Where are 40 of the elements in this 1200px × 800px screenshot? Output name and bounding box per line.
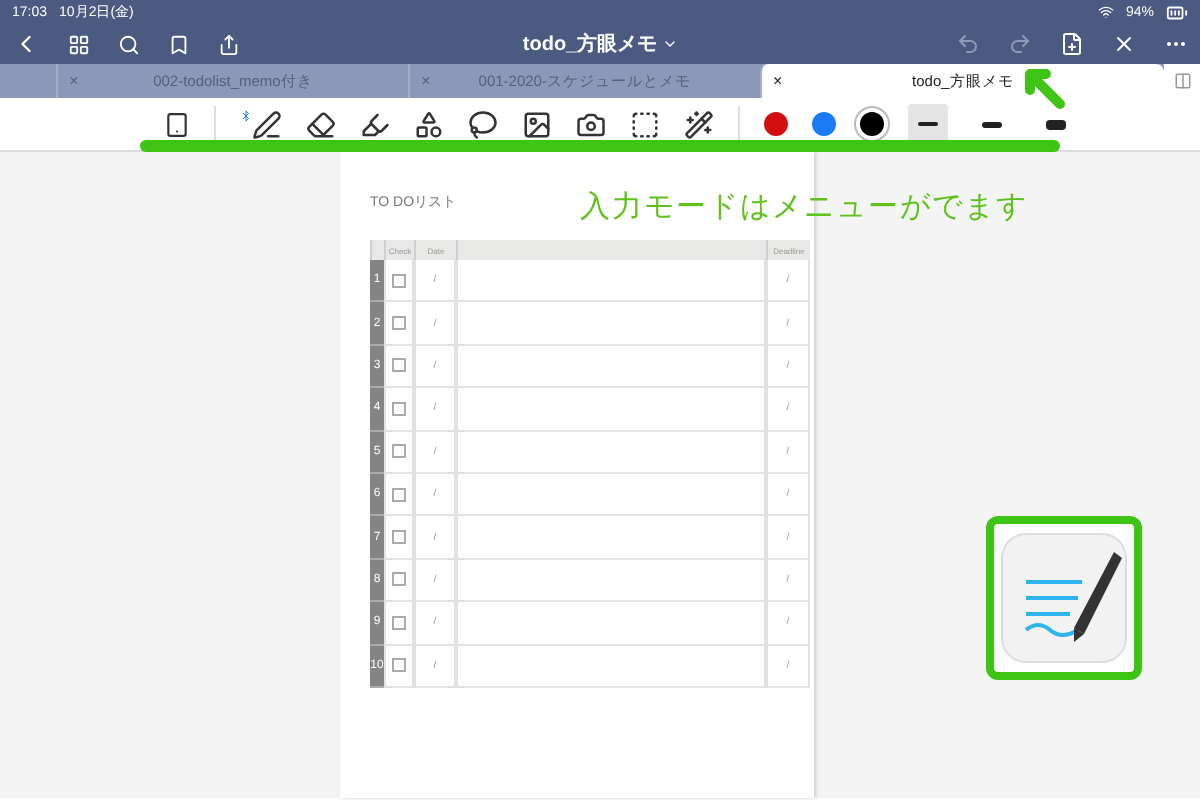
tab-close[interactable]: ×	[409, 72, 442, 90]
color-swatch[interactable]	[812, 112, 836, 136]
highlighter-icon[interactable]	[360, 109, 390, 139]
checkbox[interactable]	[392, 358, 406, 373]
chevron-down-icon[interactable]	[661, 36, 678, 52]
search-button[interactable]	[118, 33, 140, 55]
add-page-button[interactable]	[1060, 32, 1084, 56]
checkbox[interactable]	[392, 658, 406, 673]
share-button[interactable]	[218, 33, 240, 55]
stroke-width-button[interactable]	[908, 104, 948, 144]
camera-icon[interactable]	[576, 109, 606, 139]
shapes-icon[interactable]	[414, 109, 444, 139]
bookmark-button[interactable]	[168, 33, 190, 55]
checkbox[interactable]	[392, 615, 406, 630]
arrow-drawing	[1024, 68, 1068, 112]
grid-button[interactable]	[68, 33, 90, 55]
checkbox[interactable]	[392, 316, 406, 331]
table-header	[370, 240, 384, 260]
checkbox[interactable]	[392, 273, 406, 288]
document-title[interactable]: todo_方眼メモ	[522, 30, 678, 58]
close-button[interactable]	[1112, 32, 1136, 56]
color-swatch[interactable]	[764, 112, 788, 136]
tab-close[interactable]: ×	[761, 72, 794, 90]
checkbox[interactable]	[392, 487, 406, 502]
checkbox[interactable]	[392, 401, 406, 416]
lasso-icon[interactable]	[468, 109, 498, 139]
image-icon[interactable]	[522, 109, 552, 139]
page-view-icon[interactable]	[164, 111, 190, 137]
color-swatch[interactable]	[860, 112, 884, 136]
battery-icon	[1166, 1, 1188, 23]
checkbox[interactable]	[392, 444, 406, 459]
eraser-icon[interactable]	[306, 109, 336, 139]
checkbox[interactable]	[392, 530, 406, 545]
split-view-icon[interactable]	[1173, 72, 1191, 90]
annotation-text: 入力モードはメニューがでます	[580, 188, 1028, 226]
tab-close[interactable]: ×	[58, 72, 90, 90]
checkbox[interactable]	[392, 572, 406, 587]
pen-tool-icon[interactable]	[240, 109, 282, 139]
app-icon	[986, 516, 1142, 680]
wifi-icon	[1097, 4, 1114, 20]
